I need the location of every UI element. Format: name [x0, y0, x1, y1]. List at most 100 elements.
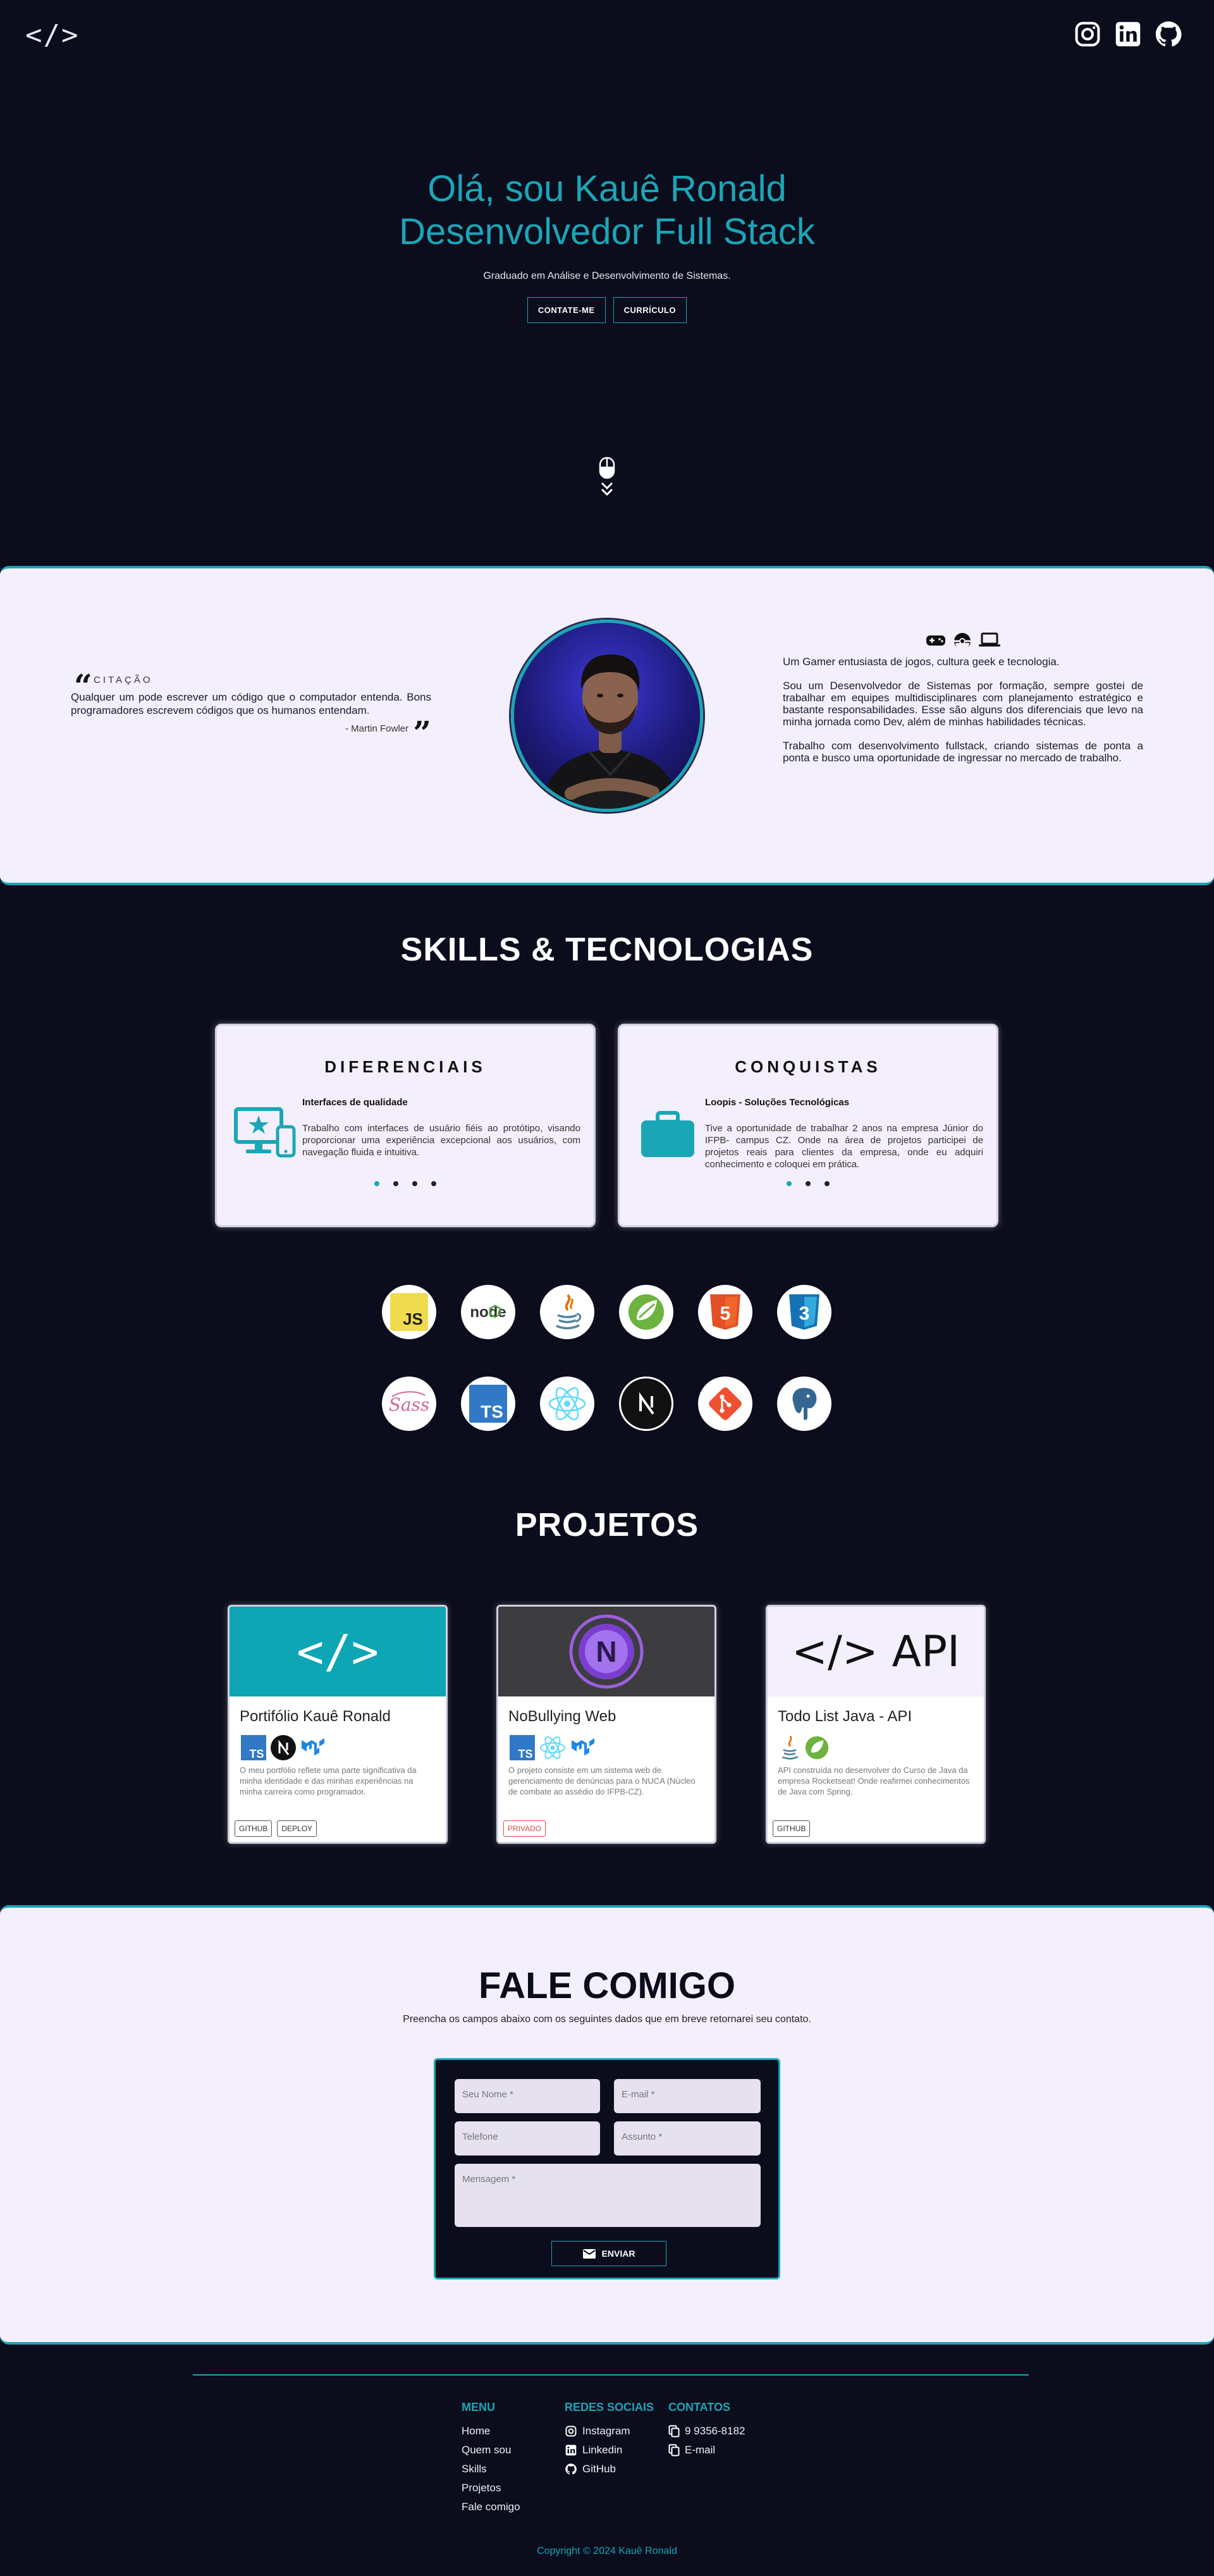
- svg-text:TS: TS: [481, 1402, 503, 1421]
- footer-link-github[interactable]: GitHub: [565, 2460, 654, 2479]
- svg-text:5: 5: [720, 1303, 731, 1324]
- java-icon: [782, 1735, 799, 1760]
- html5-icon: 5: [698, 1285, 752, 1339]
- send-label: ENVIAR: [601, 2248, 635, 2259]
- project-card[interactable]: </> API Todo List Java - API API constru…: [766, 1605, 986, 1844]
- pokeball-icon: [954, 633, 971, 650]
- project-title: NoBullying Web: [508, 1708, 616, 1725]
- project-tags: GITHUB: [773, 1820, 811, 1837]
- contact-me-button[interactable]: CONTATE-ME: [527, 297, 606, 323]
- footer-link-contact[interactable]: Fale comigo: [462, 2498, 520, 2517]
- footer-link-projects[interactable]: Projetos: [462, 2479, 520, 2498]
- carousel-dot[interactable]: [393, 1181, 398, 1186]
- footer-social-title: REDES SOCIAIS: [565, 2401, 654, 2413]
- footer-contact-email[interactable]: E-mail: [668, 2441, 745, 2460]
- sass-icon: Sass: [382, 1377, 436, 1431]
- linkedin-icon: [565, 2444, 577, 2456]
- carousel-dot[interactable]: [825, 1181, 830, 1186]
- deploy-tag-button[interactable]: DEPLOY: [277, 1820, 317, 1837]
- footer-divider: [193, 2374, 1029, 2376]
- mail-icon: [582, 2248, 596, 2259]
- footer-link-home[interactable]: Home: [462, 2422, 520, 2441]
- footer-contacts: CONTATOS 9 9356-8182 E-mail: [668, 2401, 745, 2460]
- project-tech-icons: [779, 1734, 984, 1761]
- nextjs-icon: [619, 1377, 673, 1431]
- carousel-dot[interactable]: [806, 1181, 811, 1186]
- email-field[interactable]: E-mail *: [614, 2079, 761, 2113]
- project-thumb-text: </> API: [791, 1626, 960, 1677]
- about-p2: Sou um Desenvolvedor de Sistemas por for…: [783, 680, 1143, 728]
- carousel-dot[interactable]: [787, 1181, 792, 1186]
- project-tech-icons: TS: [510, 1734, 714, 1761]
- project-description: O projeto consiste em um sistema web de …: [508, 1765, 696, 1796]
- mui-icon: [572, 1738, 594, 1756]
- quote-label: CITAÇÃO: [94, 675, 153, 685]
- responsive-devices-icon: [234, 1107, 296, 1158]
- github-tag-button[interactable]: GITHUB: [235, 1820, 273, 1837]
- projects-title: PROJETOS: [515, 1507, 699, 1543]
- avatar: [511, 620, 703, 812]
- conquistas-carousel-dots: [620, 1181, 996, 1186]
- project-tags: PRIVADO: [503, 1820, 546, 1837]
- about-section: “ CITAÇÃO Qualquer um pode escrever um c…: [0, 566, 1214, 885]
- typescript-icon: TS: [461, 1377, 515, 1431]
- hero-section: Olá, sou Kauê Ronald Desenvolvedor Full …: [0, 0, 1214, 566]
- conquistas-card: CONQUISTAS Loopis - Soluções Tecnológica…: [618, 1024, 998, 1227]
- phone-field[interactable]: Telefone: [455, 2121, 600, 2156]
- hero-title-line2: Desenvolvedor Full Stack: [399, 211, 815, 252]
- footer-contact-phone[interactable]: 9 9356-8182: [668, 2422, 745, 2441]
- typescript-icon: TS: [510, 1735, 535, 1760]
- contact-description: Preencha os campos abaixo com os seguint…: [403, 2014, 811, 2025]
- copyright: Copyright © 2024 Kauê Ronald: [537, 2546, 677, 2556]
- spring-icon: [619, 1285, 673, 1339]
- mui-icon: [302, 1738, 324, 1756]
- spring-icon: [805, 1736, 829, 1760]
- instagram-icon: [565, 2426, 577, 2437]
- footer-link-about[interactable]: Quem sou: [462, 2441, 520, 2460]
- java-icon: [540, 1285, 594, 1339]
- subject-field[interactable]: Assunto *: [614, 2121, 761, 2156]
- skills-title: SKILLS & TECNOLOGIAS: [400, 931, 814, 968]
- footer-contacts-title: CONTATOS: [668, 2401, 730, 2413]
- message-field[interactable]: Mensagem *: [455, 2164, 761, 2227]
- github-icon: [565, 2463, 577, 2475]
- react-icon: [540, 1736, 565, 1759]
- footer-link-instagram[interactable]: Instagram: [565, 2422, 654, 2441]
- css3-icon: 3: [777, 1285, 831, 1339]
- svg-text:TS: TS: [518, 1748, 532, 1760]
- footer-social-label: GitHub: [582, 2463, 616, 2475]
- typescript-icon: TS: [241, 1735, 266, 1760]
- hero-subtitle: Graduado em Análise e Desenvolvimento de…: [483, 271, 731, 281]
- quote-text: Qualquer um pode escrever um código que …: [71, 691, 431, 716]
- gamepad-icon: [926, 635, 945, 646]
- footer-link-linkedin[interactable]: Linkedin: [565, 2441, 654, 2460]
- name-field[interactable]: Seu Nome *: [455, 2079, 600, 2113]
- postgresql-icon: [777, 1377, 831, 1431]
- diferenciais-card: DIFERENCIAIS Interfaces de qualidade Tra…: [215, 1024, 596, 1227]
- footer-social-label: Instagram: [582, 2425, 630, 2437]
- carousel-dot[interactable]: [374, 1181, 379, 1186]
- copy-icon: [668, 2444, 680, 2456]
- contact-form: Seu Nome * E-mail * Telefone Assunto * M…: [434, 2058, 780, 2279]
- project-tags: GITHUB DEPLOY: [235, 1820, 317, 1837]
- project-title: Portifólio Kauê Ronald: [240, 1708, 391, 1725]
- resume-button[interactable]: CURRÍCULO: [613, 297, 687, 323]
- nextjs-icon: [271, 1735, 296, 1760]
- nobullying-logo: N: [569, 1614, 644, 1689]
- send-button[interactable]: ENVIAR: [551, 2241, 666, 2266]
- javascript-icon: JS: [382, 1285, 436, 1339]
- quote-block: “ CITAÇÃO Qualquer um pode escrever um c…: [71, 670, 431, 749]
- github-tag-button[interactable]: GITHUB: [773, 1820, 811, 1837]
- diferenciais-subtitle: Interfaces de qualidade: [302, 1097, 408, 1108]
- project-description: O meu portfólio reflete uma parte signif…: [240, 1765, 417, 1796]
- carousel-dot[interactable]: [431, 1181, 436, 1186]
- carousel-dot[interactable]: [412, 1181, 417, 1186]
- project-card[interactable]: N NoBullying Web TS O projeto consiste e…: [496, 1605, 716, 1844]
- footer-link-skills[interactable]: Skills: [462, 2460, 520, 2479]
- project-thumbnail: </>: [230, 1607, 446, 1696]
- project-card[interactable]: </> Portifólio Kauê Ronald TS O meu port…: [228, 1605, 448, 1844]
- scroll-down-icon[interactable]: [597, 457, 617, 500]
- contact-title: FALE COMIGO: [479, 1965, 735, 2006]
- footer-social-label: Linkedin: [582, 2444, 623, 2456]
- project-thumbnail: N: [498, 1607, 714, 1696]
